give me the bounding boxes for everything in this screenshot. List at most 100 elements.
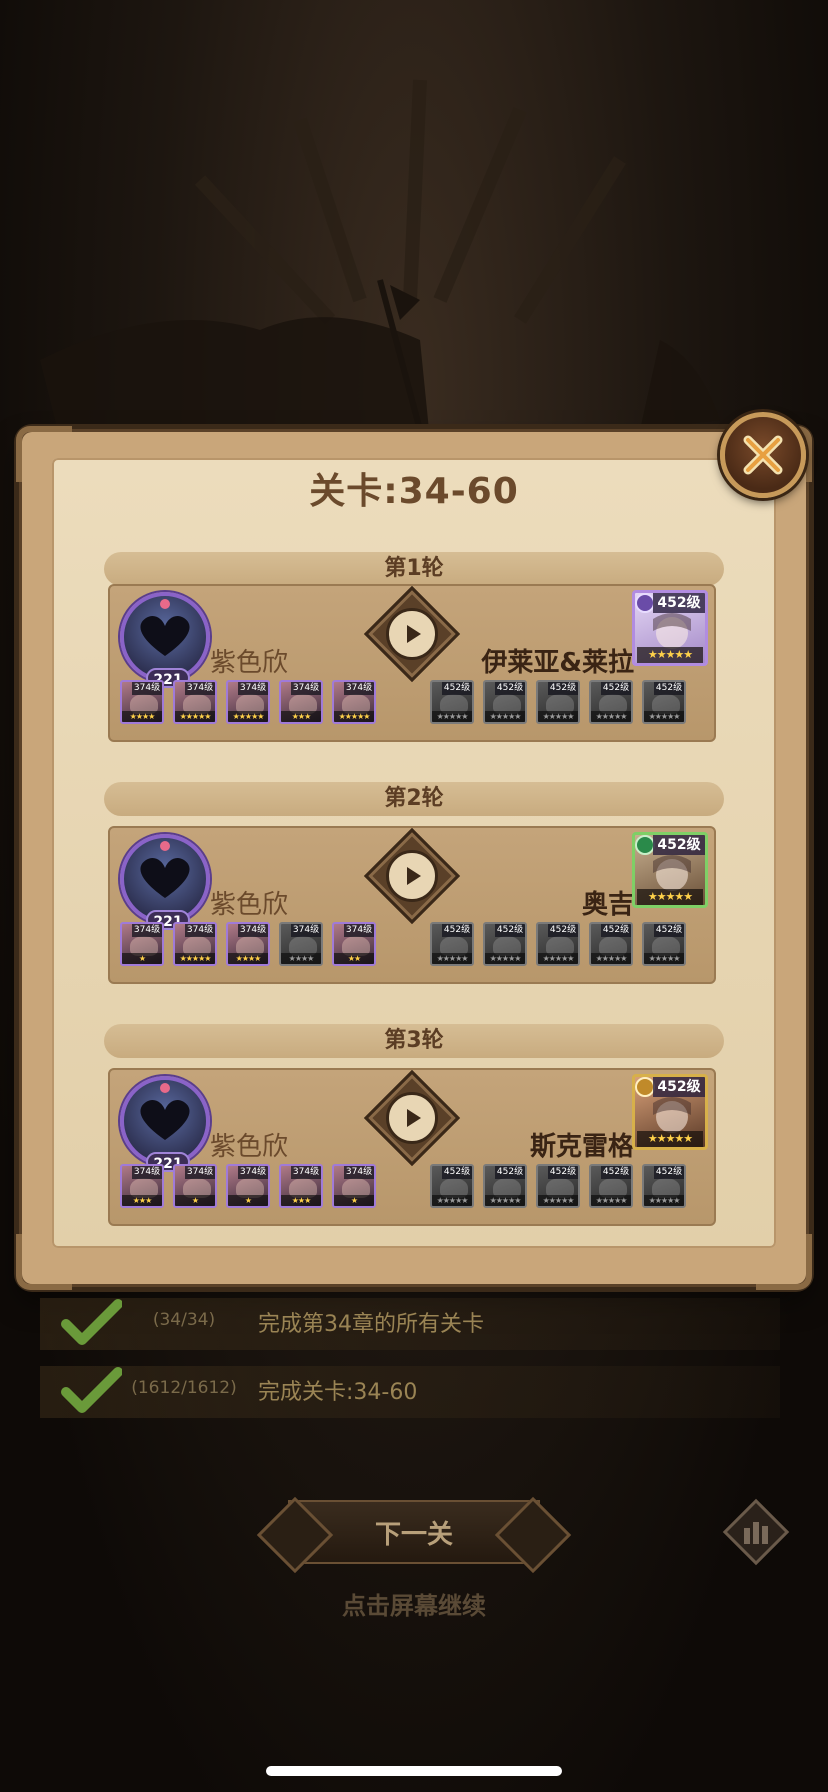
enemy-hero-card[interactable]: 452级 ★★★★★	[536, 1164, 580, 1208]
achievement-text: 完成第34章的所有关卡	[258, 1312, 484, 1337]
hero-level: 452级	[442, 1166, 472, 1179]
hero-level: 452级	[495, 682, 525, 695]
hero-level: 374级	[132, 682, 162, 695]
hero-stars: ★★★★★	[591, 953, 631, 964]
play-icon	[407, 625, 421, 643]
replay-button[interactable]	[386, 608, 438, 660]
hero-level: 374级	[185, 1166, 215, 1179]
enemy-team: 452级 ★★★★★ 452级 ★★★★★ 452级 ★★★★★ 452级 ★★…	[430, 1164, 686, 1208]
player-hero-card[interactable]: 374级 ★★★★★	[173, 680, 217, 724]
play-icon	[407, 1109, 421, 1127]
faction-icon	[635, 1077, 655, 1097]
player-hero-card[interactable]: 374级 ★	[226, 1164, 270, 1208]
enemy-hero-card[interactable]: 452级 ★★★★★	[589, 680, 633, 724]
player-hero-card[interactable]: 374级 ★★★★★	[173, 922, 217, 966]
enemy-face-art	[653, 855, 691, 891]
enemy-portrait[interactable]: 452级 ★★★★★	[632, 590, 708, 666]
enemy-hero-card[interactable]: 452级 ★★★★★	[430, 680, 474, 724]
hero-stars: ★★★★★	[538, 1195, 578, 1206]
achievement-row: (1612/1612) 完成关卡:34-60	[0, 1364, 828, 1420]
enemy-stars: ★★★★★	[637, 647, 703, 663]
enemy-hero-card[interactable]: 452级 ★★★★★	[642, 922, 686, 966]
dialog-title: 关卡:34-60	[309, 471, 519, 512]
hero-level: 374级	[344, 924, 374, 937]
player-hero-card[interactable]: 374级 ★★★★	[120, 680, 164, 724]
close-button[interactable]	[720, 412, 806, 498]
player-team: 374级 ★★★★ 374级 ★★★★★ 374级 ★★★★★ 374级 ★★★…	[120, 680, 376, 724]
play-icon	[407, 867, 421, 885]
hero-level: 452级	[601, 924, 631, 937]
hero-stars: ★★★★★	[432, 1195, 472, 1206]
checkmark-icon	[61, 1367, 122, 1413]
enemy-level: 452级	[653, 835, 705, 855]
player-hero-card[interactable]: 374级 ★★	[332, 922, 376, 966]
hero-stars: ★★★★	[281, 953, 321, 964]
next-stage-label: 下一关	[374, 1519, 453, 1550]
round-header: 第2轮	[104, 782, 724, 816]
enemy-hero-card[interactable]: 452级 ★★★★★	[430, 922, 474, 966]
replay-button[interactable]	[386, 1092, 438, 1144]
hero-level: 374级	[185, 924, 215, 937]
enemy-hero-card[interactable]: 452级 ★★★★★	[536, 680, 580, 724]
player-hero-card[interactable]: 374级 ★	[173, 1164, 217, 1208]
enemy-portrait[interactable]: 452级 ★★★★★	[632, 832, 708, 908]
achievement-text: 完成关卡:34-60	[258, 1380, 418, 1405]
player-hero-card[interactable]: 374级 ★★★	[279, 1164, 323, 1208]
close-icon	[743, 435, 783, 475]
enemy-stars: ★★★★★	[637, 1131, 703, 1147]
round-panel: 221 紫色欣 伊莱亚&莱拉 452级 ★★★★★ 374级 ★★★★ 374级…	[108, 584, 716, 742]
replay-button[interactable]	[386, 850, 438, 902]
player-team: 374级 ★ 374级 ★★★★★ 374级 ★★★★ 374级 ★★★★ 37…	[120, 922, 376, 966]
enemy-hero-card[interactable]: 452级 ★★★★★	[536, 922, 580, 966]
player-name: 紫色欣	[210, 890, 289, 920]
hero-stars: ★★★★★	[644, 1195, 684, 1206]
player-hero-card[interactable]: 374级 ★	[332, 1164, 376, 1208]
achievement-row: (34/34) 完成第34章的所有关卡	[0, 1296, 828, 1352]
hero-stars: ★★★★★	[538, 953, 578, 964]
enemy-hero-card[interactable]: 452级 ★★★★★	[483, 922, 527, 966]
round-panel: 221 紫色欣 奥吉 452级 ★★★★★ 374级 ★ 374级 ★★★★★ …	[108, 826, 716, 984]
hero-stars: ★★★★★	[591, 1195, 631, 1206]
hero-stars: ★★★★★	[485, 953, 525, 964]
hero-stars: ★★★★★	[228, 711, 268, 722]
enemy-portrait[interactable]: 452级 ★★★★★	[632, 1074, 708, 1150]
stats-icon[interactable]	[720, 1496, 792, 1568]
faction-icon	[635, 835, 655, 855]
enemy-level: 452级	[653, 1077, 705, 1097]
enemy-hero-card[interactable]: 452级 ★★★★★	[589, 922, 633, 966]
enemy-name: 伊莱亚&莱拉	[481, 648, 634, 678]
tap-to-continue-hint: 点击屏幕继续	[342, 1592, 486, 1620]
hero-level: 452级	[601, 1166, 631, 1179]
game-screen[interactable]: 关卡:34-60 第1轮 221 紫色欣 伊莱亚&莱拉 452级 ★★★★★ 3…	[0, 0, 828, 1792]
player-hero-card[interactable]: 374级 ★★★★	[279, 922, 323, 966]
hero-level: 452级	[654, 924, 684, 937]
hero-level: 452级	[442, 682, 472, 695]
round-header: 第3轮	[104, 1024, 724, 1058]
hero-stars: ★	[175, 1195, 215, 1206]
hero-stars: ★★★	[281, 1195, 321, 1206]
player-name: 紫色欣	[210, 648, 289, 678]
player-hero-card[interactable]: 374级 ★★★★★	[332, 680, 376, 724]
next-stage-button[interactable]: 下一关	[288, 1500, 540, 1564]
enemy-hero-card[interactable]: 452级 ★★★★★	[483, 680, 527, 724]
enemy-hero-card[interactable]: 452级 ★★★★★	[642, 680, 686, 724]
player-hero-card[interactable]: 374级 ★★★	[120, 1164, 164, 1208]
enemy-hero-card[interactable]: 452级 ★★★★★	[430, 1164, 474, 1208]
hero-stars: ★★★★★	[432, 711, 472, 722]
enemy-hero-card[interactable]: 452级 ★★★★★	[589, 1164, 633, 1208]
enemy-hero-card[interactable]: 452级 ★★★★★	[642, 1164, 686, 1208]
enemy-hero-card[interactable]: 452级 ★★★★★	[483, 1164, 527, 1208]
heart-hands-icon	[140, 599, 190, 656]
player-hero-card[interactable]: 374级 ★★★★	[226, 922, 270, 966]
heart-hands-icon	[140, 841, 190, 898]
round-header: 第1轮	[104, 552, 724, 586]
hero-level: 452级	[654, 682, 684, 695]
achievement-count: (1612/1612)	[131, 1378, 237, 1398]
player-hero-card[interactable]: 374级 ★	[120, 922, 164, 966]
hero-stars: ★★★★★	[485, 711, 525, 722]
hero-level: 452级	[601, 682, 631, 695]
player-hero-card[interactable]: 374级 ★★★	[279, 680, 323, 724]
player-hero-card[interactable]: 374级 ★★★★★	[226, 680, 270, 724]
hero-level: 452级	[548, 682, 578, 695]
hero-stars: ★★★★★	[485, 1195, 525, 1206]
